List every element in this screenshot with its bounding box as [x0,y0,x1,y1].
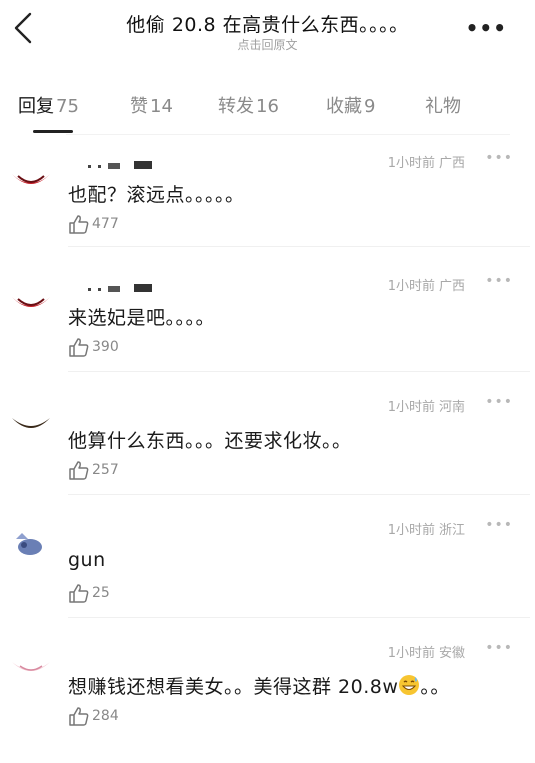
comment-menu-icon[interactable]: ••• [485,394,513,410]
like-button[interactable]: 390 [68,337,119,357]
back-to-original-link[interactable]: 点击回原文 [0,36,535,53]
divider [68,246,530,247]
comment-text: 想赚钱还想看美女。。美得这群 20.8w。。 [68,675,450,698]
comment-meta: 1小时前 广西 [387,279,465,294]
comment-text: 也配？滚远点。。。。。 [68,184,245,206]
tab-gifts[interactable]: 礼物 [425,92,461,118]
comment-text: gun [68,549,106,571]
active-tab-indicator [33,130,73,133]
username-redacted[interactable] [68,156,178,170]
comment-item: 1小时前 浙江 ••• gun 25 [0,517,535,640]
thumbs-up-icon [69,461,89,480]
tab-likes[interactable]: 赞 14 [130,92,173,118]
comment-text: 来选妃是吧。。。。 [68,307,216,329]
avatar[interactable] [10,658,52,686]
top-bar: 他偷 20.8 在高贵什么东西。。。。 点击回原文 ••• [0,0,535,60]
avatar[interactable] [10,529,52,557]
tabs-divider [66,134,510,135]
avatar[interactable] [10,287,52,315]
comment-item: 1小时前 广西 ••• 也配？滚远点。。。。。 477 [0,148,535,271]
like-button[interactable]: 284 [68,706,119,726]
comment-menu-icon[interactable]: ••• [485,273,513,289]
comment-meta: 1小时前 广西 [387,156,465,171]
post-title[interactable]: 他偷 20.8 在高贵什么东西。。。。 [0,10,535,37]
comment-text: 他算什么东西。。。还要求化妆。。 [68,430,352,452]
thumbs-up-icon [69,707,89,726]
tab-favorites[interactable]: 收藏 9 [326,92,375,118]
more-button[interactable]: ••• [466,16,507,40]
like-button[interactable]: 25 [68,583,110,603]
divider [68,494,530,495]
comment-item: 1小时前 河南 ••• 他算什么东西。。。还要求化妆。。 257 [0,394,535,517]
tab-bar: 回复 75 赞 14 转发 16 收藏 9 礼物 [0,88,535,128]
comment-item: 1小时前 安徽 ••• 想赚钱还想看美女。。美得这群 20.8w。。 284 [0,640,535,763]
tab-reposts[interactable]: 转发 16 [218,92,279,118]
comment-meta: 1小时前 安徽 [387,646,465,661]
comment-meta: 1小时前 浙江 [387,523,465,538]
divider [68,371,530,372]
comment-meta: 1小时前 河南 [387,400,465,415]
grinning-sweat-emoji [399,675,420,695]
avatar[interactable] [10,164,52,192]
more-dots-icon: ••• [465,16,507,40]
avatar[interactable] [10,414,52,442]
comment-menu-icon[interactable]: ••• [485,517,513,533]
like-button[interactable]: 477 [68,214,119,234]
comment-menu-icon[interactable]: ••• [485,640,513,656]
thumbs-up-icon [69,215,89,234]
thumbs-up-icon [69,338,89,357]
like-button[interactable]: 257 [68,460,119,480]
tab-replies[interactable]: 回复 75 [18,92,79,118]
divider [68,617,530,618]
comment-menu-icon[interactable]: ••• [485,150,513,166]
username-redacted[interactable] [68,279,178,293]
comment-item: 1小时前 广西 ••• 来选妃是吧。。。。 390 [0,271,535,394]
thumbs-up-icon [69,584,89,603]
